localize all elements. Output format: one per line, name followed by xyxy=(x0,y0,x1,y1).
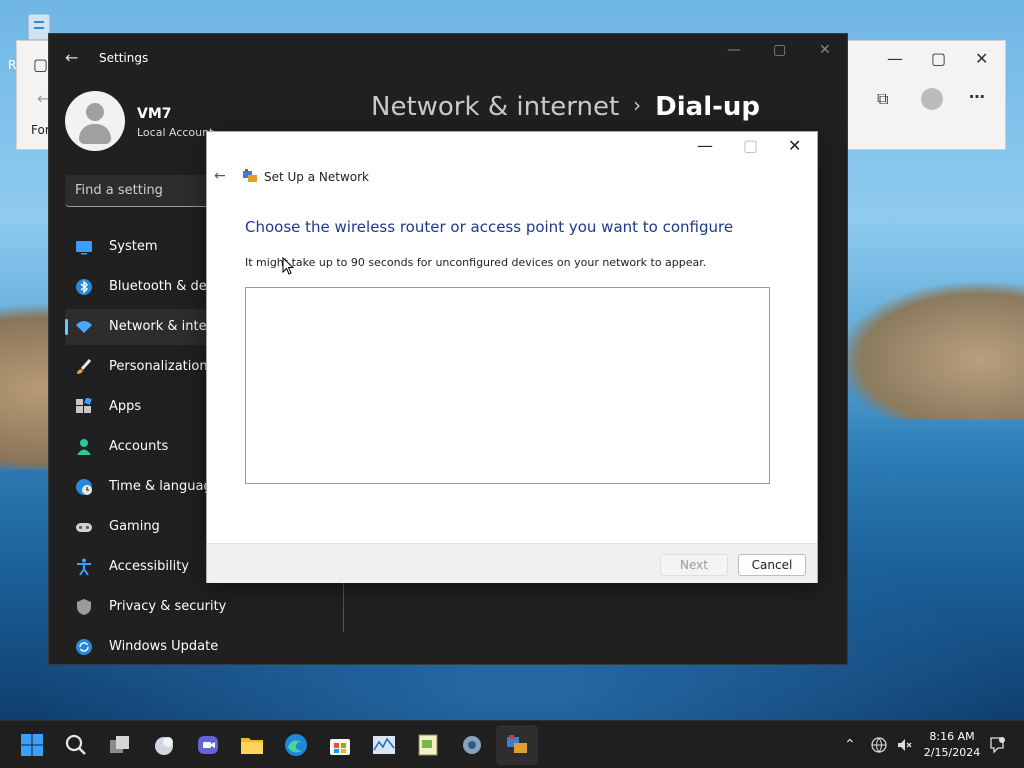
update-icon xyxy=(76,639,92,655)
wifi-icon xyxy=(76,321,92,333)
brush-icon xyxy=(77,359,92,374)
avatar-body xyxy=(79,124,111,144)
dialog-hint: It might take up to 90 seconds for uncon… xyxy=(245,256,707,269)
sidebar-item-label: System xyxy=(109,239,158,254)
settings-maximize-button[interactable]: ▢ xyxy=(773,42,786,58)
taskbar: ⌃ 8:16 AM 2/15/2024 xyxy=(0,720,1024,768)
shield-icon xyxy=(77,599,91,615)
bluetooth-icon xyxy=(76,279,92,295)
settings-gear-icon[interactable] xyxy=(460,733,484,757)
bg-minimize-button[interactable]: — xyxy=(887,49,903,68)
settings-back-button[interactable]: ← xyxy=(65,48,78,67)
next-button: Next xyxy=(660,554,728,576)
dialog-maximize-button: ▢ xyxy=(743,136,759,155)
profile-avatar-icon[interactable] xyxy=(921,88,943,110)
bg-maximize-button[interactable]: ▢ xyxy=(931,49,946,68)
taskbar-clock[interactable]: 8:16 AM 2/15/2024 xyxy=(920,729,984,761)
sidebar-item-label: Apps xyxy=(109,399,142,414)
user-account-type: Local Account xyxy=(137,126,214,139)
sidebar-item-label: Accessibility xyxy=(109,559,189,574)
gamepad-icon xyxy=(76,523,92,532)
file-explorer-icon[interactable] xyxy=(240,733,264,757)
notification-bell-icon[interactable] xyxy=(988,736,1006,754)
background-window-text: For xyxy=(31,123,50,137)
dialog-prompt: Choose the wireless router or access poi… xyxy=(245,218,734,236)
sidebar-item-label: Time & languag xyxy=(109,479,212,494)
router-list[interactable] xyxy=(245,287,770,484)
dialog-footer: Next Cancel xyxy=(207,543,817,583)
more-options-icon[interactable]: ⋯ xyxy=(969,87,985,106)
volume-muted-icon[interactable] xyxy=(896,737,912,753)
show-hidden-icons-chevron-icon[interactable]: ⌃ xyxy=(844,737,856,753)
language-globe-icon[interactable] xyxy=(871,737,887,753)
edge-browser-icon[interactable] xyxy=(284,733,308,757)
sidebar-item-label: Privacy & security xyxy=(109,599,227,614)
accessibility-icon xyxy=(77,558,91,576)
page-title: Network & internet › Dial-up xyxy=(371,92,760,122)
notepad-app-icon[interactable] xyxy=(416,733,440,757)
search-icon[interactable] xyxy=(64,733,88,757)
clock-time: 8:16 AM xyxy=(929,730,975,743)
settings-titlebar: ← Settings — ▢ ✕ xyxy=(49,34,847,82)
dialog-back-button[interactable]: ← xyxy=(214,168,226,184)
settings-app-title: Settings xyxy=(99,51,149,65)
task-view-icon[interactable] xyxy=(108,733,132,757)
user-avatar[interactable] xyxy=(65,91,125,151)
widgets-icon[interactable] xyxy=(152,733,176,757)
dialog-close-button[interactable]: ✕ xyxy=(788,136,801,155)
person-icon xyxy=(77,439,91,455)
breadcrumb-chevron-icon: › xyxy=(633,93,642,117)
sidebar-item-windows-update[interactable]: Windows Update xyxy=(65,629,345,665)
clock-date: 2/15/2024 xyxy=(923,746,981,759)
teams-chat-icon[interactable] xyxy=(196,733,220,757)
find-setting-placeholder: Find a setting xyxy=(75,183,163,198)
sidebar-item-label: Accounts xyxy=(109,439,169,454)
content-divider xyxy=(343,582,344,632)
globe-clock-icon xyxy=(76,479,92,495)
sidebar-item-label: Bluetooth & dev xyxy=(109,279,215,294)
network-setup-icon xyxy=(243,169,257,182)
settings-minimize-button[interactable]: — xyxy=(727,42,741,58)
performance-monitor-icon[interactable] xyxy=(372,733,396,757)
breadcrumb-parent[interactable]: Network & internet xyxy=(371,92,619,122)
sidebar-item-label: Gaming xyxy=(109,519,160,534)
sidebar-item-label: Network & inter xyxy=(109,319,212,334)
setup-network-dialog[interactable]: — ▢ ✕ ← Set Up a Network Choose the wire… xyxy=(206,131,818,583)
sidebar-item-label: Personalization xyxy=(109,359,208,374)
settings-close-button[interactable]: ✕ xyxy=(819,42,831,58)
dialog-title: Set Up a Network xyxy=(264,170,370,184)
breadcrumb-current: Dial-up xyxy=(655,92,761,122)
avatar-head xyxy=(86,103,104,121)
monitor-icon xyxy=(76,241,92,255)
user-name: VM7 xyxy=(137,106,172,122)
apps-icon xyxy=(76,398,92,413)
sidebar-item-privacy-security[interactable]: Privacy & security xyxy=(65,589,345,625)
microsoft-store-icon[interactable] xyxy=(328,733,352,757)
network-setup-taskbar-icon[interactable] xyxy=(505,733,529,757)
bg-close-button[interactable]: ✕ xyxy=(975,49,988,68)
dialog-minimize-button[interactable]: — xyxy=(697,136,713,155)
sidebar-item-label: Windows Update xyxy=(109,639,219,654)
mouse-cursor-icon xyxy=(282,257,294,275)
windows-start-icon[interactable] xyxy=(20,733,44,757)
cancel-button[interactable]: Cancel xyxy=(738,554,806,576)
collections-icon[interactable]: ⧉ xyxy=(877,89,888,109)
tab-icon: ▢ xyxy=(33,55,49,74)
